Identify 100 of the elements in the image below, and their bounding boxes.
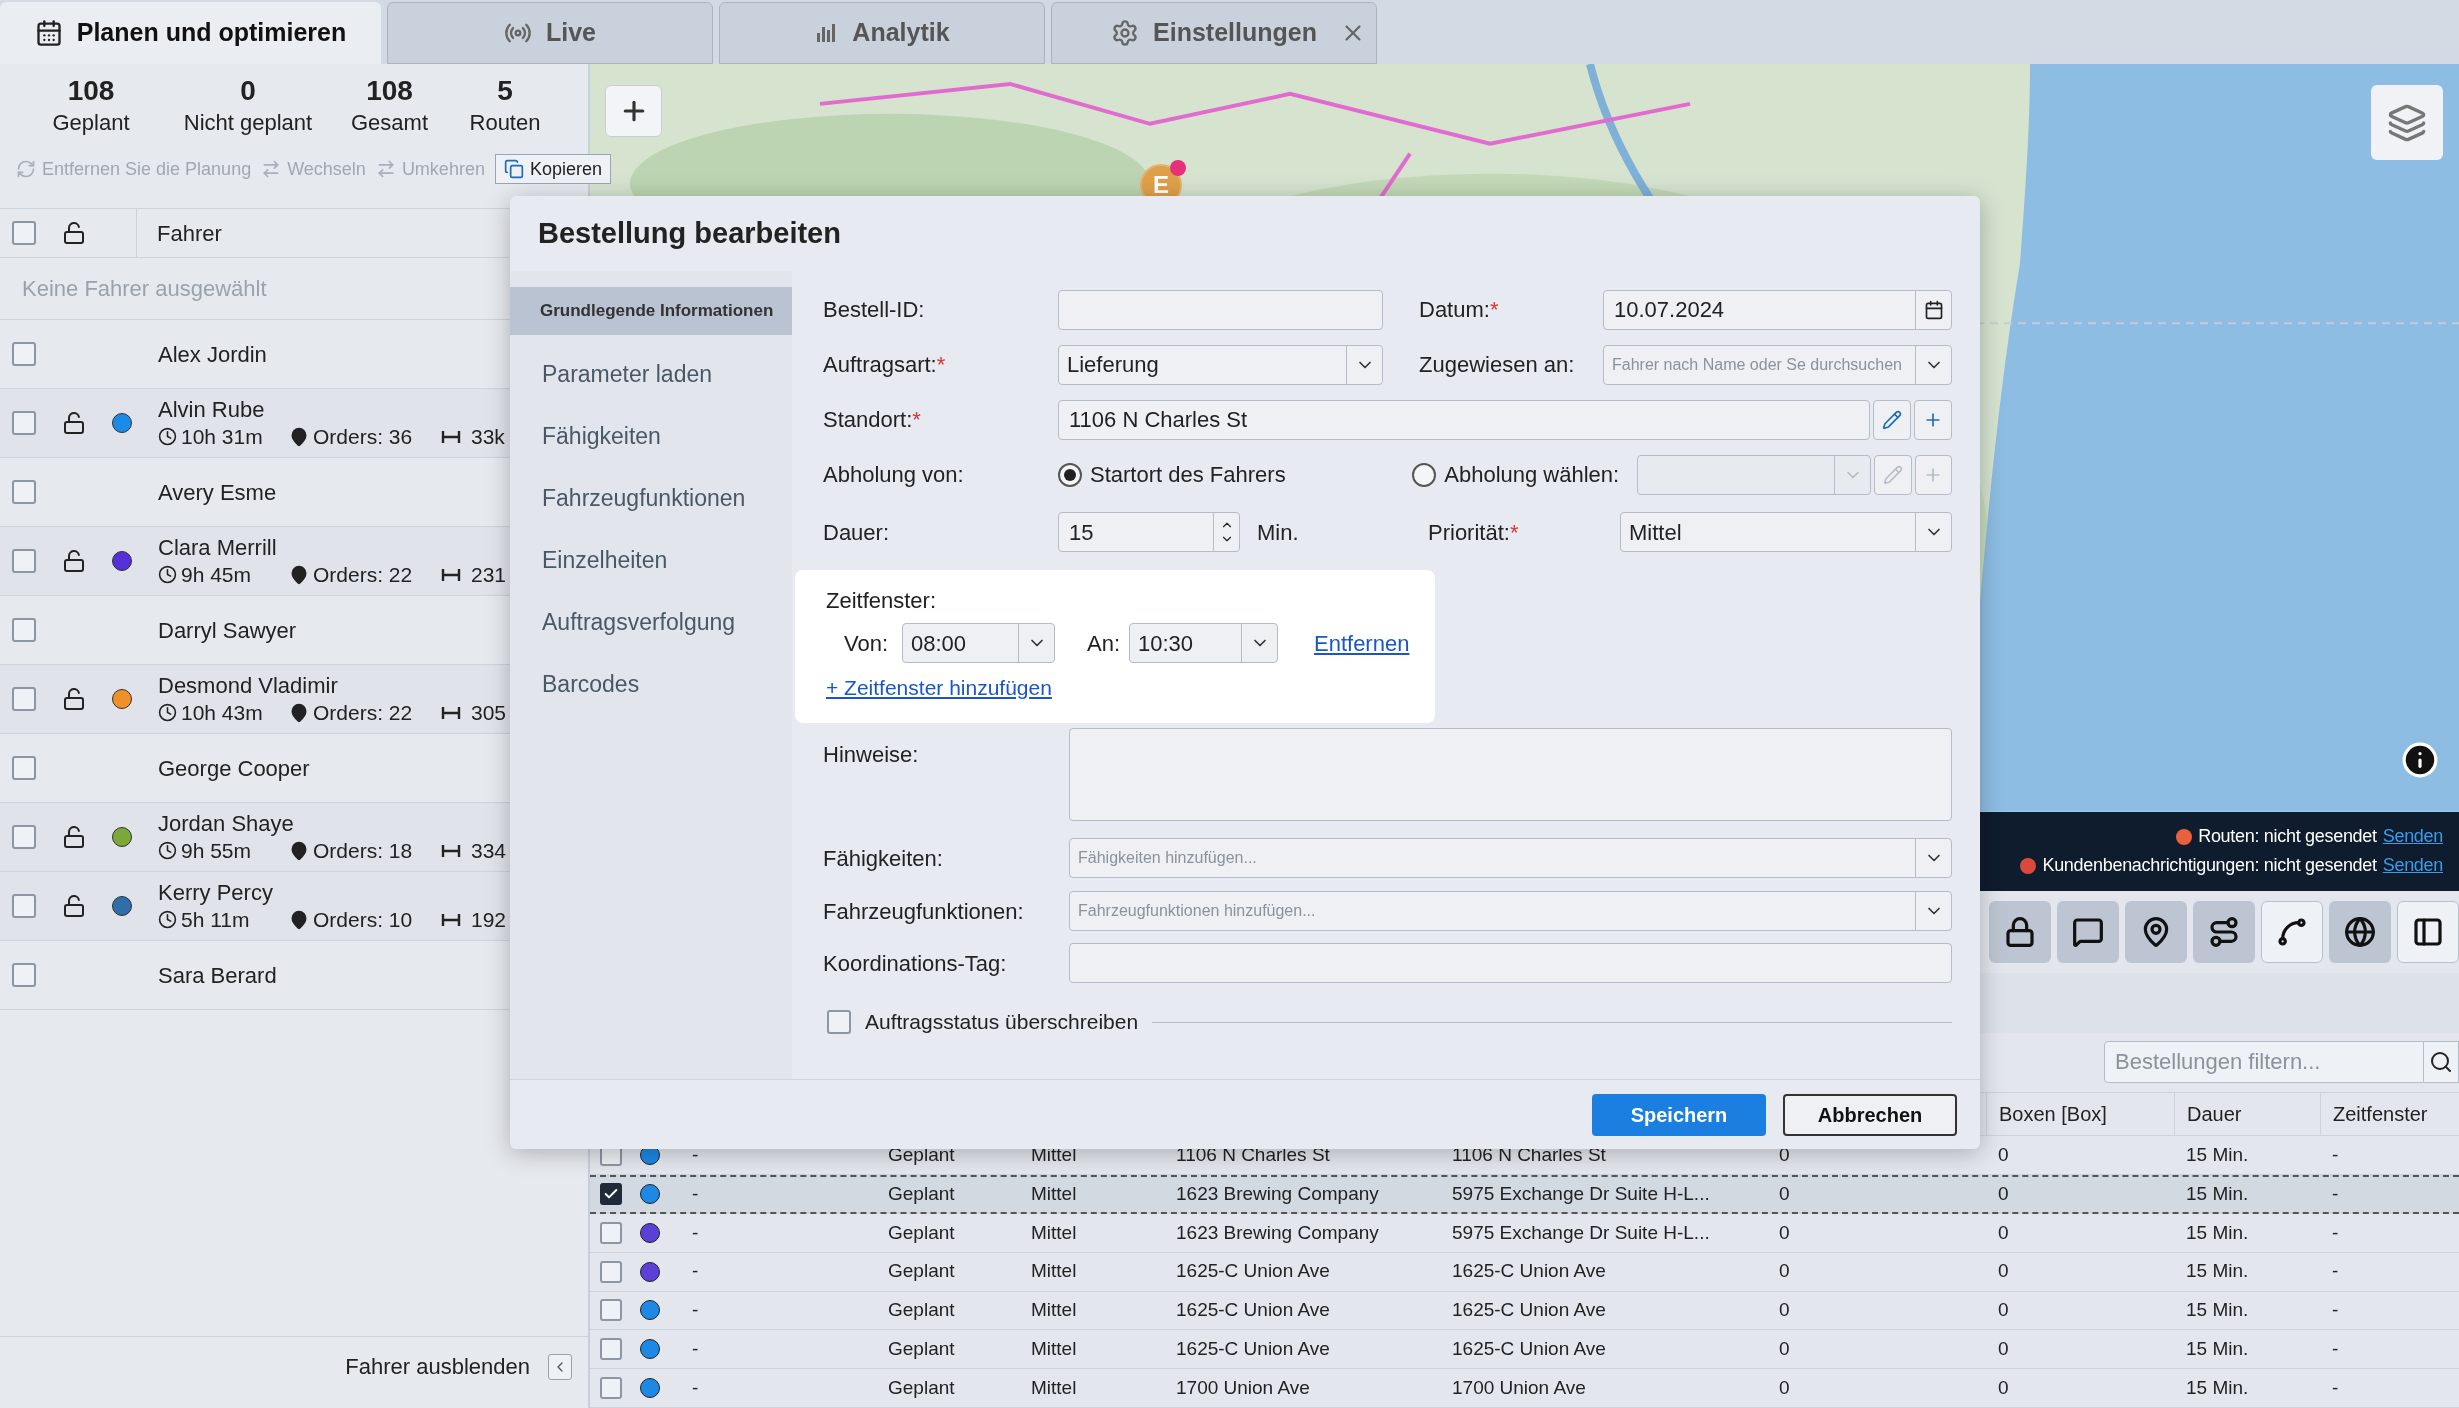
checkbox[interactable] <box>600 1183 622 1206</box>
map-tool-button[interactable] <box>1989 901 2051 964</box>
map-tool-button[interactable] <box>2397 901 2459 964</box>
select-field[interactable]: 08:00 <box>902 623 1055 663</box>
tab[interactable]: Analytik <box>719 2 1045 64</box>
stat-label: Routen <box>469 109 541 137</box>
checkbox[interactable] <box>12 618 36 642</box>
radio-button[interactable] <box>1412 462 1437 487</box>
driver-row[interactable]: Kerry Percy 5h 11m Orders: 10 192 <box>0 872 510 941</box>
remove-link[interactable]: Entfernen <box>1314 626 1410 660</box>
checkbox[interactable] <box>600 1338 622 1361</box>
driver-row[interactable]: Desmond Vladimir 10h 43m Orders: 22 305 <box>0 665 510 734</box>
search-button[interactable] <box>2424 1041 2459 1084</box>
send-link[interactable]: Senden <box>2382 852 2443 880</box>
table-row[interactable]: - Geplant Mittel 1625-C Union Ave 1625-C Union Ave 0 0 15 Min. - <box>590 1291 2459 1331</box>
add-button[interactable] <box>1914 399 1952 440</box>
tab[interactable]: Live <box>387 2 713 64</box>
table-cell: 1625-C Union Ave <box>1176 1260 1330 1282</box>
table-cell: - <box>2332 1183 2339 1205</box>
select-field[interactable] <box>1636 454 1872 495</box>
map-tool-button[interactable] <box>2329 901 2391 964</box>
stat-label: Gesamt <box>351 109 428 137</box>
table-cell: 15 Min. <box>2186 1143 2249 1165</box>
checkbox[interactable] <box>12 221 36 245</box>
nav-item[interactable]: Parameter laden <box>510 343 792 405</box>
input-field[interactable] <box>1058 289 1383 330</box>
dialog-title: Bestellung bearbeiten <box>538 215 841 251</box>
checkbox[interactable] <box>12 549 36 573</box>
checkbox[interactable] <box>12 894 36 918</box>
driver-row[interactable]: Alvin Rube 10h 31m Orders: 36 33k <box>0 389 510 458</box>
add-time-window-link[interactable]: + Zeitfenster hinzufügen <box>826 672 1052 704</box>
checkbox[interactable] <box>600 1221 622 1244</box>
zoom-in-button[interactable] <box>605 85 662 137</box>
input-field[interactable] <box>1069 943 1952 983</box>
nav-item[interactable]: Fähigkeiten <box>510 405 792 467</box>
checkbox[interactable] <box>12 687 36 711</box>
unlocked-padlock-icon <box>62 549 86 573</box>
driver-row[interactable]: Clara Merrill 9h 45m Orders: 22 231 <box>0 527 510 596</box>
checkbox[interactable] <box>12 480 36 504</box>
drive-time: 10h 31m <box>181 424 264 450</box>
nav-item[interactable]: Auftragsverfolgung <box>510 591 792 653</box>
map-pin-icon <box>289 702 309 723</box>
number-field[interactable]: 15 <box>1058 512 1240 552</box>
checkbox[interactable] <box>12 411 36 435</box>
select-field[interactable]: Lieferung <box>1058 344 1383 385</box>
nav-item[interactable]: Einzelheiten <box>510 529 792 591</box>
cancel-button[interactable]: Abbrechen <box>1783 1093 1957 1136</box>
send-link[interactable]: Senden <box>2382 823 2443 851</box>
checkbox[interactable] <box>12 825 36 849</box>
map-tool-button[interactable] <box>2261 901 2323 964</box>
toolbar-button[interactable]: Kopieren <box>494 154 611 184</box>
stat-label: Geplant <box>52 109 130 137</box>
table-row[interactable]: - Geplant Mittel 1623 Brewing Company 5975 Exchange Dr Suite H-L... 0 0 15 Min. - <box>590 1175 2459 1214</box>
checkbox[interactable] <box>827 1010 851 1034</box>
checkbox[interactable] <box>600 1299 622 1322</box>
tab[interactable]: Einstellungen <box>1051 2 1377 64</box>
calendar-icon[interactable] <box>1923 299 1944 320</box>
nav-item[interactable]: Barcodes <box>510 653 792 715</box>
map-tool-button[interactable] <box>2193 901 2255 964</box>
table-cell: - <box>692 1221 699 1243</box>
checkbox[interactable] <box>12 963 36 987</box>
table-row[interactable]: - Geplant Mittel 1623 Brewing Company 5975 Exchange Dr Suite H-L... 0 0 15 Min. - <box>590 1213 2459 1253</box>
distance: 305 <box>471 700 507 726</box>
checkbox[interactable] <box>12 756 36 780</box>
input-field[interactable]: 1106 N Charles St <box>1058 399 1871 440</box>
table-cell: 1700 Union Ave <box>1452 1376 1586 1398</box>
nav-item[interactable]: Grundlegende Informationen <box>510 287 792 335</box>
table-cell: 1625-C Union Ave <box>1452 1260 1606 1282</box>
drive-time: 9h 55m <box>181 838 253 864</box>
checkbox[interactable] <box>12 342 36 366</box>
map-tool-button[interactable] <box>2057 901 2119 964</box>
save-button[interactable]: Speichern <box>1592 1093 1766 1136</box>
info-icon[interactable] <box>2401 741 2439 779</box>
field-label: Datum:* <box>1419 296 1500 324</box>
filter-field[interactable]: Bestellungen filtern... <box>2104 1041 2424 1084</box>
date-field[interactable]: 10.07.2024 <box>1603 289 1952 330</box>
table-row[interactable]: - Geplant Mittel 1700 Union Ave 1700 Union Ave 0 0 15 Min. - <box>590 1369 2459 1408</box>
order-count: Orders: 22 <box>313 562 414 588</box>
checkbox[interactable] <box>600 1260 622 1283</box>
select-field[interactable]: 10:30 <box>1129 623 1278 663</box>
text-area[interactable] <box>1069 728 1952 821</box>
table-cell: 0 <box>1998 1221 2009 1243</box>
nav-item[interactable]: Fahrzeugfunktionen <box>510 467 792 529</box>
column-header: Dauer <box>2187 1102 2242 1128</box>
driver-row[interactable]: Jordan Shaye 9h 55m Orders: 18 334 <box>0 803 510 872</box>
edit-button[interactable] <box>1873 399 1912 440</box>
table-row[interactable]: - Geplant Mittel 1625-C Union Ave 1625-C Union Ave 0 0 15 Min. - <box>590 1330 2459 1370</box>
settings-icon <box>1111 19 1140 47</box>
collapse-button[interactable] <box>548 1353 572 1380</box>
field-label: Hinweise: <box>823 741 920 769</box>
layers-button[interactable] <box>2371 85 2443 160</box>
map-tool-button[interactable] <box>2125 901 2187 964</box>
radio-button[interactable] <box>1058 462 1082 487</box>
select-field[interactable]: Mittel <box>1620 512 1952 552</box>
checkbox[interactable] <box>600 1377 622 1400</box>
add-button[interactable] <box>1914 454 1952 495</box>
table-cell: - <box>2332 1376 2339 1398</box>
tab[interactable]: Planen und optimieren <box>0 2 381 64</box>
order-count: Orders: 36 <box>313 424 414 450</box>
table-row[interactable]: - Geplant Mittel 1625-C Union Ave 1625-C Union Ave 0 0 15 Min. - <box>590 1252 2459 1292</box>
